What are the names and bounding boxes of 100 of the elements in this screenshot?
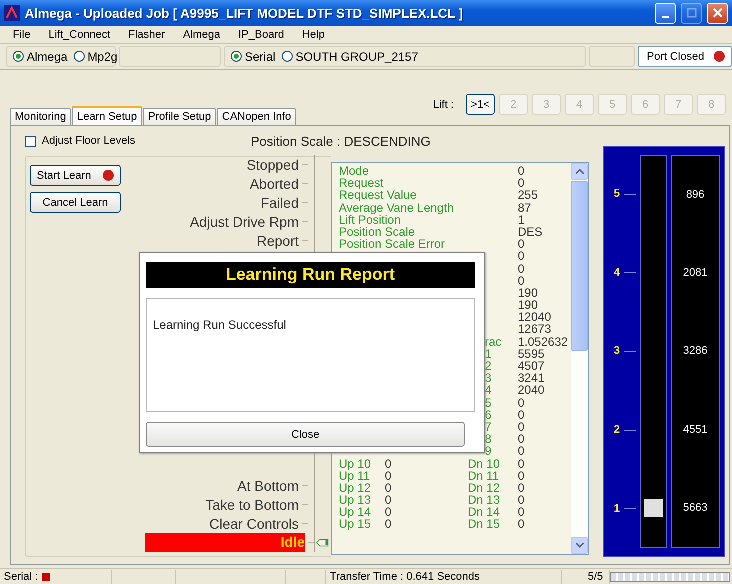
floor-number: 3: [614, 345, 620, 358]
step-label: Adjust Drive Rpm: [190, 214, 299, 230]
parameter-name: Up 14: [339, 506, 372, 518]
parameter-name: Dn 14: [468, 506, 502, 518]
transfer-time: Transfer Time : 0.641 Seconds: [330, 570, 480, 582]
parameter-name: 9: [484, 445, 493, 458]
parameter-name: Request: [339, 177, 385, 190]
parameter-value: 0: [385, 470, 393, 482]
toggle-icon: [316, 538, 329, 548]
parameter-value: 0: [385, 506, 393, 518]
floor-number: 2: [614, 424, 620, 436]
step-label: Aborted: [250, 176, 299, 192]
parameter-value: 0: [518, 458, 526, 470]
floor-count: 2081: [683, 266, 708, 282]
parameter-name: 1: [484, 348, 493, 360]
parameter-name: Average Vane Length: [339, 202, 455, 214]
parameter-value: 0: [518, 420, 526, 434]
parameter-value: 0: [385, 518, 393, 531]
tab[interactable]: CANopen Info: [217, 108, 296, 125]
parameter-name: Up 10: [339, 458, 372, 470]
learn-button[interactable]: Cancel Learn: [30, 192, 121, 213]
minimize-icon: [662, 16, 669, 18]
parameter-value: 0: [518, 470, 526, 482]
parameter-value: 1.052632: [518, 336, 570, 348]
parameter-value: 0: [518, 250, 526, 263]
parameter-value: 0: [385, 494, 393, 506]
step-label: At Bottom: [238, 478, 299, 494]
parameter-value: 0: [518, 396, 526, 409]
menu-item[interactable]: Flasher: [120, 28, 174, 40]
floor-number: 1: [614, 502, 620, 515]
parameter-name: 7: [484, 420, 493, 434]
close-button[interactable]: Close: [146, 422, 465, 447]
lift-button[interactable]: >1<: [466, 94, 495, 115]
parameter-value: 0: [518, 165, 526, 178]
parameter-name: Position Scale: [339, 226, 416, 238]
radio-option[interactable]: Serial: [231, 50, 276, 64]
parameter-name: Up 12: [339, 482, 372, 494]
parameter-name: Dn 15: [468, 518, 502, 531]
adjust-floor-checkbox[interactable]: Adjust Floor Levels: [25, 135, 251, 147]
dialog-title: Learning Run Report: [146, 262, 475, 288]
parameter-name: 3: [484, 372, 493, 384]
menu-item[interactable]: Help: [293, 28, 334, 40]
parameter-value: 0: [518, 482, 526, 494]
menu-item[interactable]: Almega: [174, 28, 230, 40]
parameter-value: 5595: [518, 348, 546, 360]
floor-number: 5: [614, 188, 620, 200]
parameter-name: 5: [484, 396, 493, 409]
parameter-name: Up 11: [339, 470, 372, 482]
parameter-value: 0: [518, 445, 526, 458]
parameter-name: Request Value: [339, 189, 418, 202]
menu-item[interactable]: Lift_Connect: [40, 28, 120, 40]
tick-mark: [624, 194, 636, 195]
serial-label: Serial :: [4, 570, 38, 582]
menu-item[interactable]: File: [4, 28, 40, 40]
floor-count: 4551: [683, 422, 708, 438]
scroll-down-icon[interactable]: [571, 537, 588, 554]
scroll-thumb[interactable]: [571, 181, 588, 351]
parameter-value: 87: [518, 202, 532, 214]
floor-count: 896: [686, 188, 705, 204]
parameter-value: 190: [518, 286, 540, 300]
radio-option[interactable]: Mp2g: [74, 50, 118, 64]
parameter-value: 3241: [518, 372, 546, 384]
parameter-value: 0: [518, 262, 526, 275]
record-icon: [103, 170, 114, 181]
menu-item[interactable]: IP_Board: [229, 28, 294, 40]
tab[interactable]: Learn Setup: [72, 106, 142, 126]
current-step: Idle: [145, 533, 305, 552]
parameter-name: 2: [484, 360, 493, 372]
step-label: Failed: [260, 194, 299, 210]
parameter-value: 0: [518, 238, 526, 250]
parameter-value: 0: [518, 433, 526, 446]
parameter-value: 1: [518, 214, 526, 226]
close-button[interactable]: [707, 2, 728, 24]
floor-count: 5663: [683, 500, 708, 516]
close-icon: [712, 8, 722, 18]
parameter-value: 12673: [518, 323, 552, 336]
parameter-value: 0: [385, 482, 393, 494]
port-label: Port Closed: [647, 50, 704, 62]
step-label: Clear Controls: [210, 516, 299, 532]
parameter-value: 0: [385, 458, 393, 470]
parameter-name: Dn 12: [468, 482, 502, 494]
parameter-value: DES: [518, 226, 544, 238]
radio-option[interactable]: Almega: [13, 50, 68, 64]
learn-button[interactable]: Start Learn: [30, 165, 121, 186]
parameter-name: Dn 13: [468, 494, 502, 506]
radio-option[interactable]: SOUTH GROUP_2157: [282, 50, 418, 64]
record-count: 5/5: [588, 570, 604, 582]
parameter-name: rac: [484, 336, 503, 348]
parameter-name: Lift Position: [339, 214, 402, 226]
parameter-name: Position Scale Error: [339, 238, 446, 250]
floor-count: 3286: [683, 344, 708, 360]
parameter-value: 255: [518, 189, 540, 202]
scroll-up-icon[interactable]: [571, 163, 588, 180]
minimize-button[interactable]: [655, 2, 676, 24]
lift-label: Lift :: [433, 98, 454, 110]
tab[interactable]: Profile Setup: [143, 108, 216, 125]
tab[interactable]: Monitoring: [10, 108, 72, 125]
parameter-name: 6: [484, 408, 493, 421]
tick-mark: [624, 350, 636, 352]
parameter-value: 12040: [518, 311, 552, 324]
